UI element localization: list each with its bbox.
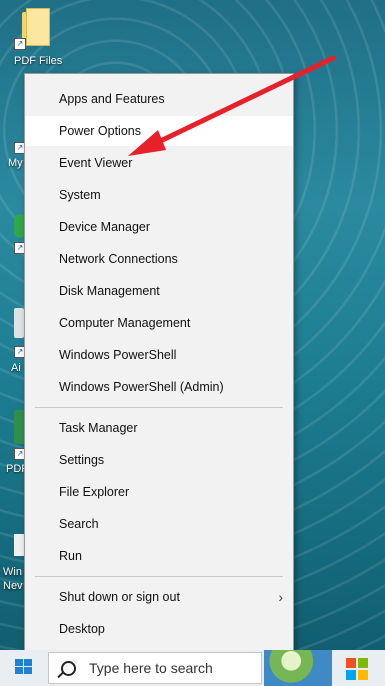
desktop-icon-label: Nev xyxy=(3,580,23,592)
menu-item-system[interactable]: System xyxy=(25,180,293,210)
menu-item-computer-management[interactable]: Computer Management xyxy=(25,308,293,338)
menu-item-settings[interactable]: Settings xyxy=(25,445,293,475)
menu-item-desktop[interactable]: Desktop xyxy=(25,614,293,644)
taskbar-search-box[interactable]: Type here to search xyxy=(48,652,262,684)
desktop-icon-label: PDF Files xyxy=(14,55,63,67)
menu-separator xyxy=(35,407,283,408)
desktop-icon-label: Win xyxy=(3,566,22,578)
chevron-right-icon: › xyxy=(278,589,283,605)
menu-item-windows-powershell[interactable]: Windows PowerShell xyxy=(25,340,293,370)
menu-item-device-manager[interactable]: Device Manager xyxy=(25,212,293,242)
menu-item-run[interactable]: Run xyxy=(25,541,293,571)
shortcut-arrow-icon: ↗ xyxy=(14,38,26,50)
app-icon xyxy=(14,534,24,556)
desktop-icon-label: Ai xyxy=(11,362,21,374)
menu-item-task-manager[interactable]: Task Manager xyxy=(25,413,293,443)
winx-context-menu: Apps and Features Power Options Event Vi… xyxy=(24,73,294,653)
menu-item-disk-management[interactable]: Disk Management xyxy=(25,276,293,306)
menu-item-shut-down-or-sign-out[interactable]: Shut down or sign out › xyxy=(25,582,293,612)
taskbar: Type here to search xyxy=(0,650,385,686)
menu-item-file-explorer[interactable]: File Explorer xyxy=(25,477,293,507)
menu-item-windows-powershell-admin[interactable]: Windows PowerShell (Admin) xyxy=(25,372,293,402)
menu-item-label: Shut down or sign out xyxy=(59,590,180,604)
menu-item-event-viewer[interactable]: Event Viewer xyxy=(25,148,293,178)
app-icon xyxy=(14,308,24,338)
menu-separator xyxy=(35,576,283,577)
desktop-icon-label: My xyxy=(8,157,23,169)
menu-item-search[interactable]: Search xyxy=(25,509,293,539)
menu-item-network-connections[interactable]: Network Connections xyxy=(25,244,293,274)
search-placeholder: Type here to search xyxy=(89,660,213,676)
search-highlight-image[interactable] xyxy=(264,650,332,686)
start-button[interactable] xyxy=(0,650,46,686)
store-app-icon[interactable] xyxy=(346,658,368,680)
magnifier-icon xyxy=(61,661,76,676)
menu-item-apps-and-features[interactable]: Apps and Features xyxy=(25,84,293,114)
menu-item-power-options[interactable]: Power Options xyxy=(25,116,293,146)
